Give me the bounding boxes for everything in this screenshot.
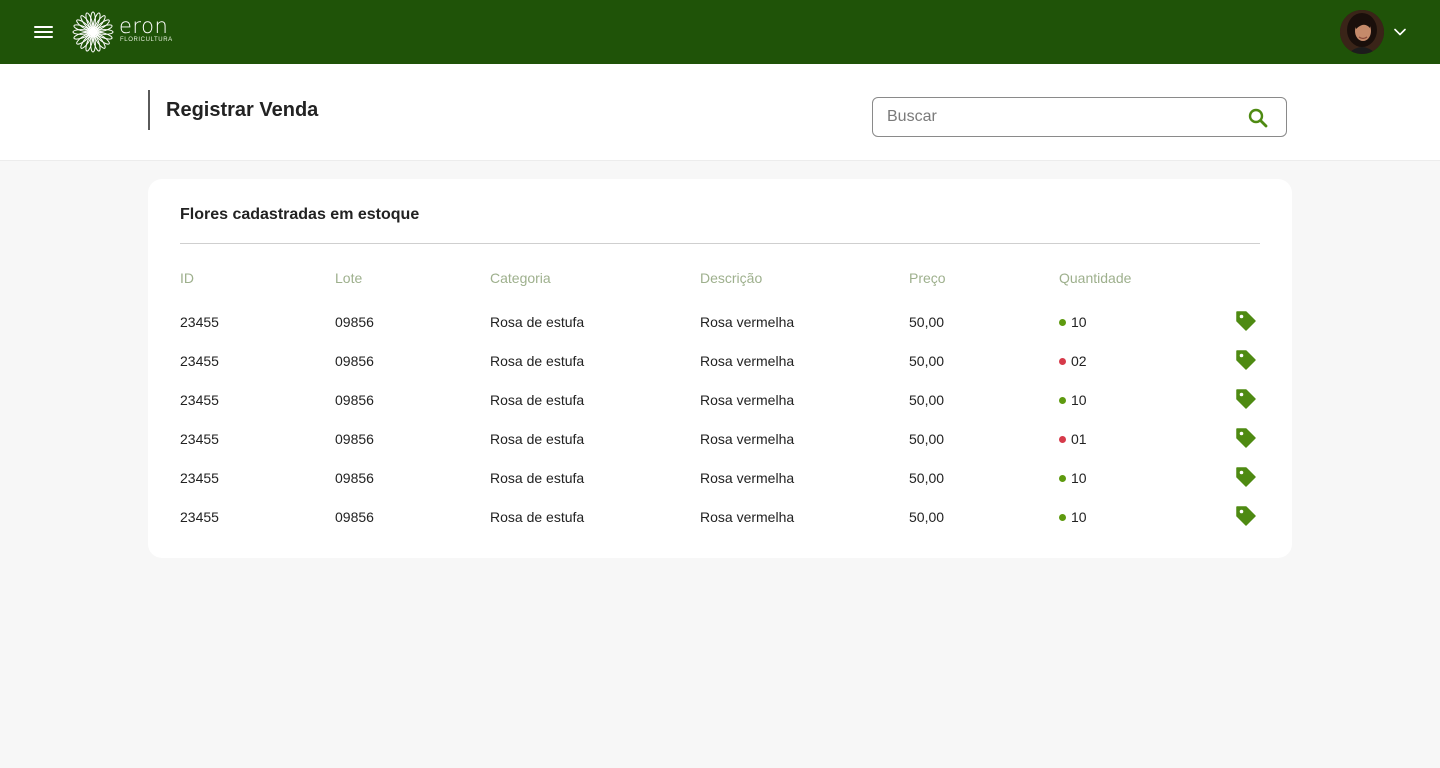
table-row: 23455 09856 Rosa de estufa Rosa vermelha 50,… xyxy=(148,427,1292,469)
cell-preco: 50,00 xyxy=(909,470,945,486)
top-bar: eron FLORICULTURA xyxy=(0,0,1440,64)
page-header: Registrar Venda xyxy=(0,64,1440,161)
table-row: 23455 09856 Rosa de estufa Rosa vermelha 50,… xyxy=(148,349,1292,391)
cell-quantidade: 10 xyxy=(1071,392,1087,408)
cell-quantidade: 10 xyxy=(1071,470,1087,486)
page-title: Registrar Venda xyxy=(166,99,319,121)
cell-lote: 09856 xyxy=(335,314,374,330)
menu-icon[interactable] xyxy=(34,24,54,40)
tag-icon[interactable] xyxy=(1235,505,1257,527)
cell-lote: 09856 xyxy=(335,392,374,408)
avatar[interactable] xyxy=(1340,10,1384,54)
cell-descricao: Rosa vermelha xyxy=(700,392,795,408)
cell-quantidade: 10 xyxy=(1071,314,1087,330)
cell-quantidade: 02 xyxy=(1071,353,1087,369)
cell-preco: 50,00 xyxy=(909,509,945,525)
user-photo xyxy=(1340,10,1384,54)
cell-categoria: Rosa de estufa xyxy=(490,353,585,369)
cell-preco: 50,00 xyxy=(909,431,945,447)
cell-preco: 50,00 xyxy=(909,314,945,330)
cell-lote: 09856 xyxy=(335,431,374,447)
cell-descricao: Rosa vermelha xyxy=(700,314,795,330)
cell-id: 23455 xyxy=(180,431,219,447)
cell-descricao: Rosa vermelha xyxy=(700,470,795,486)
table-row: 23455 09856 Rosa de estufa Rosa vermelha 50,… xyxy=(148,310,1292,352)
cell-id: 23455 xyxy=(180,509,219,525)
brand-name: eron xyxy=(119,14,169,38)
cell-categoria: Rosa de estufa xyxy=(490,470,585,486)
cell-descricao: Rosa vermelha xyxy=(700,509,795,525)
status-dot xyxy=(1059,436,1066,443)
cell-categoria: Rosa de estufa xyxy=(490,509,585,525)
tag-icon[interactable] xyxy=(1235,427,1257,449)
cell-categoria: Rosa de estufa xyxy=(490,431,585,447)
column-header-quantidade: Quantidade xyxy=(1059,270,1132,286)
status-dot xyxy=(1059,358,1066,365)
cell-descricao: Rosa vermelha xyxy=(700,353,795,369)
status-dot xyxy=(1059,514,1066,521)
column-header-categoria: Categoria xyxy=(490,270,551,286)
cell-lote: 09856 xyxy=(335,470,374,486)
title-accent-bar xyxy=(148,90,150,130)
cell-quantidade: 10 xyxy=(1071,509,1087,525)
cell-preco: 50,00 xyxy=(909,353,945,369)
search-input[interactable] xyxy=(887,104,1227,130)
cell-quantidade: 01 xyxy=(1071,431,1087,447)
cell-preco: 50,00 xyxy=(909,392,945,408)
brand-subtitle: FLORICULTURA xyxy=(120,37,173,43)
tag-icon[interactable] xyxy=(1235,388,1257,410)
search-icon[interactable] xyxy=(1247,107,1269,129)
cell-categoria: Rosa de estufa xyxy=(490,392,585,408)
cell-lote: 09856 xyxy=(335,509,374,525)
column-header-id: ID xyxy=(180,270,194,286)
tag-icon[interactable] xyxy=(1235,349,1257,371)
column-header-lote: Lote xyxy=(335,270,363,286)
column-header-preco: Preço xyxy=(909,270,946,286)
card-title: Flores cadastradas em estoque xyxy=(180,206,420,223)
table-row: 23455 09856 Rosa de estufa Rosa vermelha 50,… xyxy=(148,466,1292,508)
chevron-down-icon[interactable] xyxy=(1393,25,1407,39)
cell-descricao: Rosa vermelha xyxy=(700,431,795,447)
column-header-descricao: Descrição xyxy=(700,270,763,286)
status-dot xyxy=(1059,397,1066,404)
table-row: 23455 09856 Rosa de estufa Rosa vermelha 50,… xyxy=(148,505,1292,547)
stock-card: Flores cadastradas em estoque ID Lote Ca… xyxy=(148,179,1292,558)
search-box xyxy=(872,97,1287,137)
cell-lote: 09856 xyxy=(335,353,374,369)
cell-categoria: Rosa de estufa xyxy=(490,314,585,330)
cell-id: 23455 xyxy=(180,353,219,369)
tag-icon[interactable] xyxy=(1235,466,1257,488)
cell-id: 23455 xyxy=(180,470,219,486)
flower-logo-icon xyxy=(72,11,114,53)
cell-id: 23455 xyxy=(180,392,219,408)
divider xyxy=(180,243,1260,244)
brand-logo[interactable]: eron FLORICULTURA xyxy=(71,11,181,53)
tag-icon[interactable] xyxy=(1235,310,1257,332)
cell-id: 23455 xyxy=(180,314,219,330)
status-dot xyxy=(1059,319,1066,326)
table-row: 23455 09856 Rosa de estufa Rosa vermelha 50,… xyxy=(148,388,1292,430)
status-dot xyxy=(1059,475,1066,482)
